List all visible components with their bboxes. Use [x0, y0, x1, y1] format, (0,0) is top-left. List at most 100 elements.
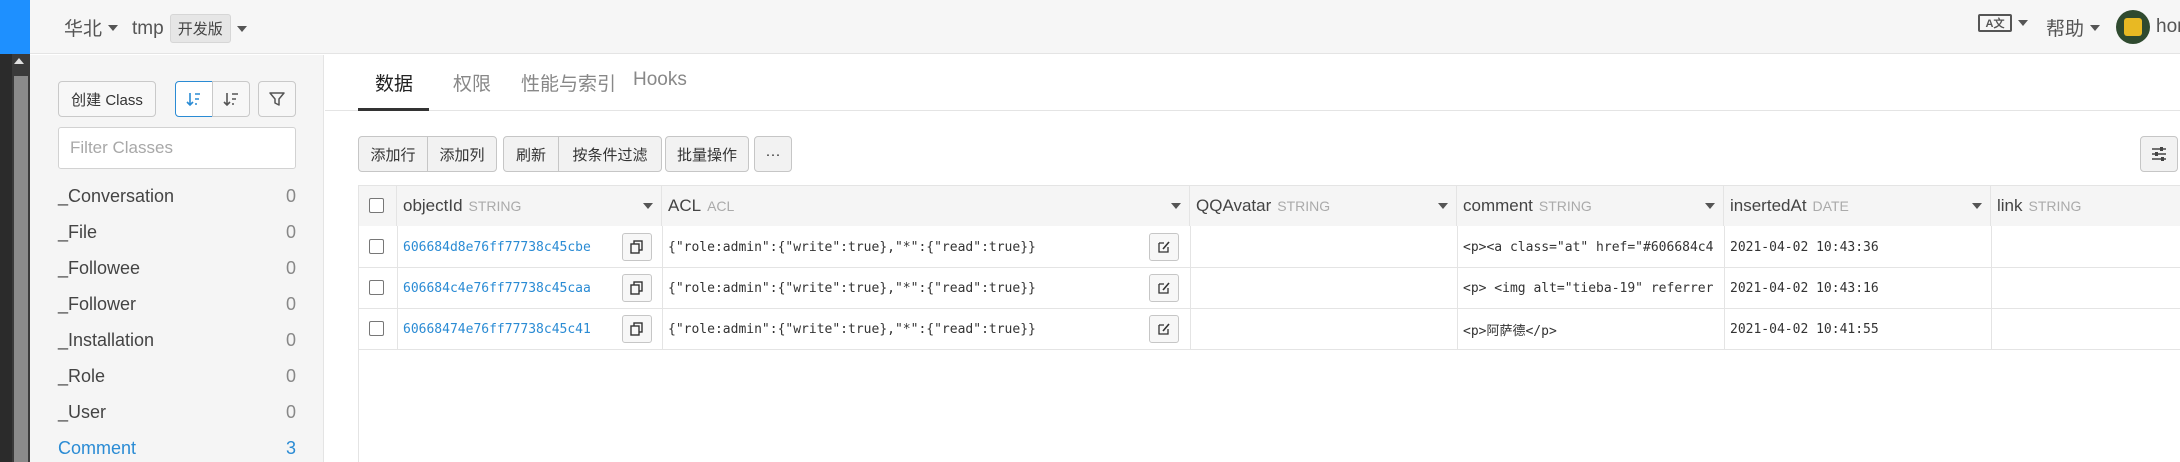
class-item[interactable]: _File 0	[58, 214, 296, 250]
class-count: 0	[285, 185, 296, 206]
qqavatar-cell[interactable]	[1190, 268, 1457, 308]
tab-permissions[interactable]: 权限	[453, 69, 491, 96]
edit-acl-button[interactable]	[1149, 233, 1179, 261]
column-name: link	[1997, 196, 2023, 215]
add-column-button[interactable]: 添加列	[427, 136, 497, 172]
class-item[interactable]: _Installation 0	[58, 322, 296, 358]
insertedat-cell[interactable]: 2021-04-02 10:43:36	[1724, 227, 1991, 267]
user-menu[interactable]: hor	[2116, 10, 2180, 44]
column-settings-button[interactable]	[2140, 136, 2178, 172]
more-button[interactable]: ···	[754, 136, 792, 172]
column-header-insertedat[interactable]: insertedAt DATE	[1724, 186, 1991, 226]
region-selector[interactable]: 华北	[64, 14, 119, 41]
main-panel: 数据 权限 性能与索引 Hooks 添加行 添加列 刷新 按条件过滤 批量操作 …	[325, 55, 2180, 462]
row-checkbox[interactable]	[369, 239, 384, 254]
class-item-selected[interactable]: Comment 3	[58, 430, 296, 462]
filter-button[interactable]	[258, 81, 296, 117]
acl-cell[interactable]: {"role:admin":{"write":true},"*":{"read"…	[662, 227, 1142, 267]
chevron-down-icon[interactable]	[1972, 203, 1982, 209]
column-type: ACL	[707, 198, 735, 214]
objectid-cell[interactable]: 606684d8e76ff77738c45cbe	[397, 227, 617, 267]
link-cell[interactable]	[1991, 227, 2180, 267]
class-name: _Followee	[58, 257, 141, 278]
insertedat-cell[interactable]: 2021-04-02 10:41:55	[1724, 309, 1991, 349]
class-item[interactable]: _Role 0	[58, 358, 296, 394]
table-row[interactable]: 606684d8e76ff77738c45cbe {"role:admin":{…	[359, 227, 2180, 268]
column-header-acl[interactable]: ACL ACL	[662, 186, 1190, 226]
edit-acl-button[interactable]	[1149, 274, 1179, 302]
column-header-qqavatar[interactable]: QQAvatar STRING	[1190, 186, 1457, 226]
copy-button[interactable]	[622, 274, 652, 302]
class-count: 3	[285, 437, 296, 458]
column-header-objectid[interactable]: objectId STRING	[397, 186, 662, 226]
scrollbar-thumb[interactable]	[14, 76, 28, 462]
chevron-down-icon[interactable]	[643, 203, 653, 209]
scroll-up-arrow-icon[interactable]	[14, 58, 24, 64]
class-count: 0	[285, 257, 296, 278]
column-name: comment	[1463, 196, 1533, 215]
link-cell[interactable]	[1991, 309, 2180, 349]
app-selector[interactable]: tmp 开发版	[132, 14, 247, 43]
language-selector[interactable]: A文	[1978, 14, 2028, 32]
class-count: 0	[285, 329, 296, 350]
class-item[interactable]: _Conversation 0	[58, 178, 296, 214]
class-name: _Role	[58, 365, 106, 386]
chevron-down-icon[interactable]	[1438, 203, 1448, 209]
table-row[interactable]: 60668474e76ff77738c45c41 {"role:admin":{…	[359, 309, 2180, 350]
link-cell[interactable]	[1991, 268, 2180, 308]
chevron-down-icon	[2090, 24, 2101, 31]
tab-bar: 数据 权限 性能与索引 Hooks	[325, 55, 2180, 111]
chevron-down-icon	[236, 25, 247, 32]
tab-performance[interactable]: 性能与索引	[521, 69, 616, 96]
class-item[interactable]: _User 0	[58, 394, 296, 430]
acl-cell[interactable]: {"role:admin":{"write":true},"*":{"read"…	[662, 268, 1142, 308]
chevron-down-icon[interactable]	[1171, 203, 1181, 209]
sort-alpha-button[interactable]	[175, 81, 213, 117]
column-header-link[interactable]: link STRING	[1991, 186, 2180, 226]
row-checkbox[interactable]	[369, 280, 384, 295]
logo-block[interactable]	[0, 0, 30, 54]
comment-cell[interactable]: <p>阿萨德</p>	[1457, 309, 1724, 349]
app-name: tmp	[132, 17, 164, 39]
column-name: objectId	[403, 196, 463, 215]
objectid-cell[interactable]: 606684c4e76ff77738c45caa	[397, 268, 617, 308]
edit-acl-button[interactable]	[1149, 315, 1179, 343]
sort-ascending-icon	[186, 93, 200, 107]
edit-icon	[1158, 241, 1170, 253]
filter-classes-input[interactable]	[58, 127, 296, 169]
add-row-button[interactable]: 添加行	[358, 136, 428, 172]
class-name: _User	[58, 401, 107, 422]
batch-actions-button[interactable]: 批量操作	[665, 136, 749, 172]
copy-button[interactable]	[622, 315, 652, 343]
help-label: 帮助	[2046, 19, 2085, 40]
acl-cell[interactable]: {"role:admin":{"write":true},"*":{"read"…	[662, 309, 1142, 349]
column-type: STRING	[468, 198, 522, 214]
insertedat-cell[interactable]: 2021-04-02 10:43:16	[1724, 268, 1991, 308]
qqavatar-cell[interactable]	[1190, 309, 1457, 349]
active-tab-indicator	[358, 108, 429, 111]
tab-hooks[interactable]: Hooks	[633, 69, 687, 91]
column-header-comment[interactable]: comment STRING	[1457, 186, 1724, 226]
copy-button[interactable]	[622, 233, 652, 261]
column-name: ACL	[668, 196, 702, 215]
create-class-button[interactable]: 创建 Class	[58, 81, 156, 117]
table-row[interactable]: 606684c4e76ff77738c45caa {"role:admin":{…	[359, 268, 2180, 309]
class-item[interactable]: _Follower 0	[58, 286, 296, 322]
objectid-cell[interactable]: 60668474e76ff77738c45c41	[397, 309, 617, 349]
comment-cell[interactable]: <p><a class="at" href="#606684c4	[1457, 227, 1724, 267]
class-item[interactable]: _Followee 0	[58, 250, 296, 286]
chevron-down-icon[interactable]	[1705, 203, 1715, 209]
select-all-checkbox[interactable]	[369, 198, 384, 213]
filter-by-condition-button[interactable]: 按条件过滤	[558, 136, 662, 172]
sort-count-button[interactable]	[212, 81, 250, 117]
avatar	[2116, 10, 2150, 44]
tab-data[interactable]: 数据	[375, 69, 413, 96]
column-name: insertedAt	[1730, 196, 1807, 215]
comment-cell[interactable]: <p> <img alt="tieba-19" referrer	[1457, 268, 1724, 308]
edit-icon	[1158, 282, 1170, 294]
refresh-button[interactable]: 刷新	[503, 136, 559, 172]
row-checkbox[interactable]	[369, 321, 384, 336]
column-type: DATE	[1812, 198, 1849, 214]
help-menu[interactable]: 帮助	[2046, 14, 2101, 41]
qqavatar-cell[interactable]	[1190, 227, 1457, 267]
